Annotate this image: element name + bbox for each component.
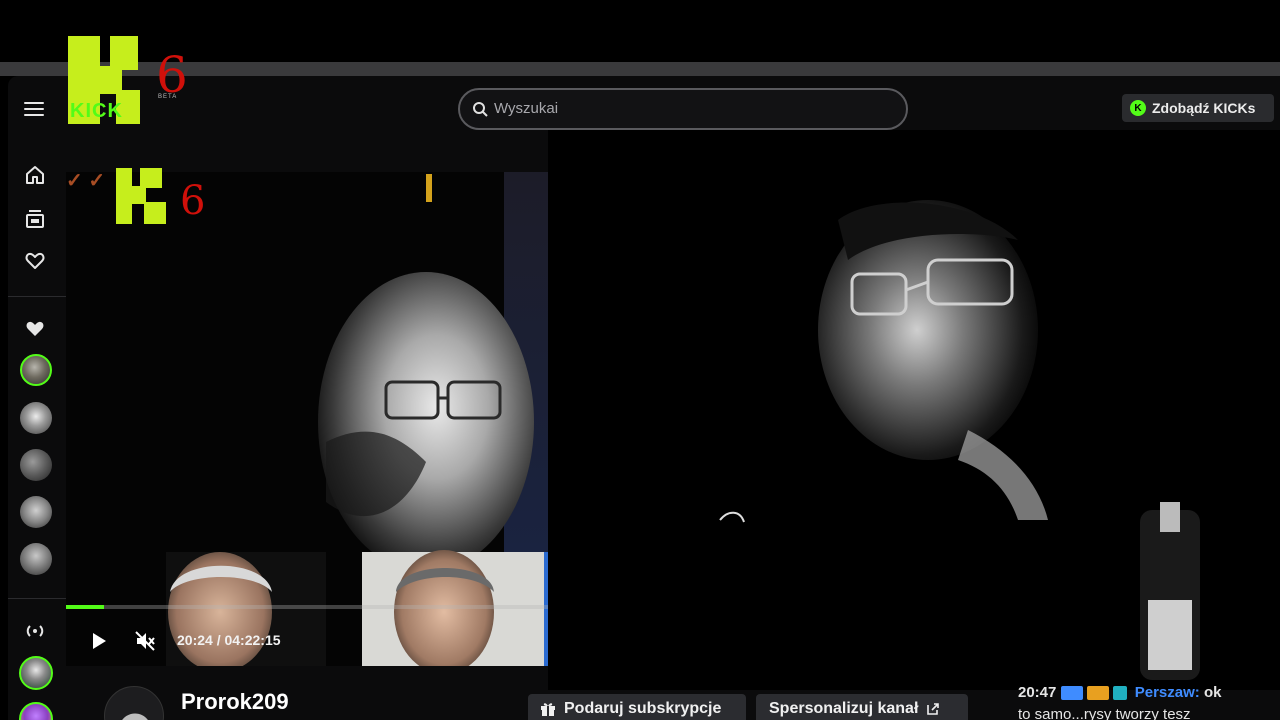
progress-track[interactable] — [66, 605, 548, 609]
overlay-kick-logo — [116, 168, 168, 224]
get-kicks-label: Zdobądź KICKs — [1152, 100, 1256, 116]
window-frame-bar — [0, 62, 1280, 76]
customize-channel-label: Spersonalizuj kanał — [769, 700, 919, 717]
chat-username[interactable]: Perszaw: — [1135, 684, 1200, 701]
overlay-number: 6 — [180, 178, 206, 224]
followed-channel-avatar[interactable] — [20, 449, 52, 481]
chat-badge-icon — [1086, 686, 1109, 701]
chat-message-start: ok — [1203, 684, 1222, 701]
overlay-marker — [426, 174, 432, 202]
chat-message: 20:47 Perszaw: ok — [1018, 684, 1221, 701]
following-icon[interactable] — [24, 250, 46, 272]
followed-channel-avatar[interactable] — [20, 496, 52, 528]
mute-icon[interactable] — [134, 630, 156, 652]
gift-icon — [541, 703, 555, 716]
sidebar-divider — [8, 598, 66, 599]
followed-channel-avatar[interactable] — [20, 402, 52, 434]
gift-subscription-label: Podaruj subskrypcje — [564, 700, 722, 717]
browse-icon[interactable] — [24, 208, 46, 230]
home-icon[interactable] — [24, 164, 46, 186]
chat-badge-icon — [1112, 686, 1127, 701]
chat-badge-icon — [1060, 686, 1083, 701]
followed-channel-avatar[interactable] — [20, 543, 52, 575]
progress-fill — [66, 605, 104, 609]
chat-message-text: to samo...rysy tworzy tesz — [1018, 706, 1191, 720]
time-separator: / — [216, 632, 221, 648]
time-current: 20:24 — [177, 632, 213, 648]
overlay-graphic: ✓ ✓ — [66, 170, 106, 192]
gift-subscription-button[interactable]: Podaruj subskrypcje — [528, 694, 746, 720]
get-kicks-button[interactable]: K Zdobądź KICKs — [1122, 94, 1274, 122]
stream-video-right — [548, 130, 1280, 690]
search-icon — [473, 102, 488, 117]
chat-preview: 20:47 Perszaw: ok to samo...rysy tworzy … — [1016, 684, 1280, 720]
menu-icon[interactable] — [24, 98, 44, 120]
followed-channel-avatar[interactable] — [20, 354, 52, 386]
play-icon[interactable] — [90, 632, 108, 650]
sidebar-divider — [8, 296, 66, 297]
time-display: 20:24 / 04:22:15 — [177, 632, 281, 648]
logo-beta-tag: BETA — [158, 94, 178, 100]
channel-name[interactable]: Prorok209 — [181, 689, 289, 715]
kicks-icon: K — [1130, 100, 1146, 116]
search-placeholder: Wyszukai — [494, 100, 559, 117]
top-black-strip — [0, 0, 1280, 62]
video-player[interactable] — [66, 172, 548, 666]
external-link-icon — [927, 703, 940, 715]
live-broadcast-icon — [26, 625, 44, 637]
followed-channel-avatar[interactable] — [19, 656, 53, 690]
time-total: 04:22:15 — [224, 632, 281, 648]
browser-page: KICK 6 BETA Wyszukai K Zdobądź KICKs ✓ ✓… — [0, 0, 1280, 720]
chat-time: 20:47 — [1018, 684, 1057, 701]
stream-video-left — [66, 172, 548, 666]
followed-heart-icon — [26, 321, 44, 336]
logo-wordmark: KICK — [70, 100, 123, 122]
customize-channel-button[interactable]: Spersonalizuj kanał — [756, 694, 968, 720]
